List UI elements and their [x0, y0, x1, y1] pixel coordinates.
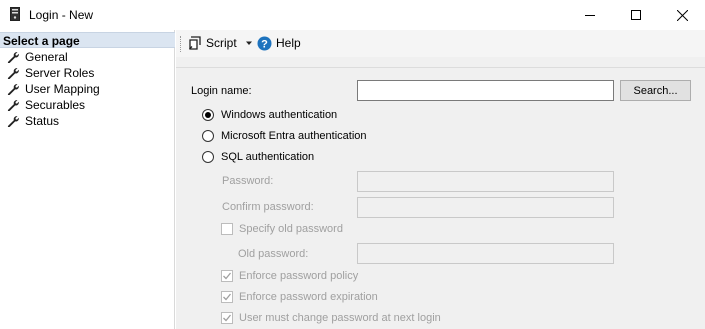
enforce-expiration-checkbox[interactable]: [221, 291, 233, 303]
close-button[interactable]: [659, 0, 705, 30]
wrench-icon: [7, 116, 19, 127]
script-button[interactable]: Script: [188, 34, 237, 52]
old-password-label: Old password:: [238, 248, 309, 260]
sidebar-item-status[interactable]: Status: [7, 113, 59, 129]
search-button[interactable]: Search...: [620, 80, 691, 101]
help-button[interactable]: ? Help: [257, 34, 301, 52]
login-name-label: Login name:: [191, 85, 252, 97]
wrench-icon: [7, 68, 19, 79]
sidebar-item-user-mapping[interactable]: User Mapping: [7, 81, 100, 97]
script-label: Script: [206, 36, 237, 50]
close-icon: [676, 9, 688, 21]
confirm-password-label: Confirm password:: [222, 201, 314, 213]
login-name-input[interactable]: [357, 80, 614, 101]
must-change-password-option[interactable]: User must change password at next login: [221, 310, 441, 326]
specify-old-password-option[interactable]: Specify old password: [221, 221, 343, 237]
enforce-expiration-label: Enforce password expiration: [239, 291, 378, 303]
enforce-expiration-option[interactable]: Enforce password expiration: [221, 289, 378, 305]
help-icon: ?: [257, 36, 272, 50]
help-label: Help: [276, 36, 301, 50]
checkmark-icon: [223, 293, 232, 301]
toolbar: Script ? Help: [176, 30, 705, 57]
select-page-header: Select a page: [0, 32, 175, 48]
maximize-button[interactable]: [613, 0, 659, 30]
svg-text:?: ?: [261, 38, 268, 50]
page-selector-pane: Select a page General Server Roles User …: [0, 30, 175, 329]
windows-authentication-label: Windows authentication: [221, 109, 338, 121]
confirm-password-input[interactable]: [357, 197, 614, 218]
specify-old-password-checkbox[interactable]: [221, 223, 233, 235]
sql-authentication-label: SQL authentication: [221, 151, 315, 163]
checkmark-icon: [223, 314, 232, 322]
must-change-password-checkbox[interactable]: [221, 312, 233, 324]
wrench-icon: [7, 52, 19, 63]
select-page-label: Select a page: [3, 34, 80, 48]
sidebar-item-label: General: [25, 50, 68, 64]
sidebar-item-label: Server Roles: [25, 66, 95, 80]
old-password-input[interactable]: [357, 243, 614, 264]
toolbar-divider: [176, 67, 705, 68]
chevron-down-icon[interactable]: [245, 39, 253, 47]
script-icon: [189, 36, 201, 50]
maximize-icon: [631, 10, 641, 20]
sidebar-item-label: Securables: [25, 98, 86, 112]
password-input[interactable]: [357, 171, 614, 192]
minimize-button[interactable]: [567, 0, 613, 30]
window-title: Login - New: [29, 8, 94, 22]
wrench-icon: [7, 84, 19, 95]
entra-authentication-label: Microsoft Entra authentication: [221, 130, 367, 142]
specify-old-password-label: Specify old password: [239, 223, 343, 235]
title-bar: Login - New: [0, 0, 705, 30]
sidebar-item-securables[interactable]: Securables: [7, 97, 85, 113]
sidebar-item-general[interactable]: General: [7, 49, 68, 65]
sidebar-item-label: Status: [25, 114, 60, 128]
sidebar-item-server-roles[interactable]: Server Roles: [7, 65, 94, 81]
wrench-icon: [7, 100, 19, 111]
enforce-policy-label: Enforce password policy: [239, 270, 359, 282]
must-change-password-label: User must change password at next login: [239, 312, 441, 324]
entra-authentication-option[interactable]: Microsoft Entra authentication: [202, 128, 367, 144]
password-label: Password:: [222, 175, 274, 187]
windows-authentication-option[interactable]: Windows authentication: [202, 107, 337, 123]
enforce-policy-checkbox[interactable]: [221, 270, 233, 282]
server-icon: [10, 7, 20, 21]
toolbar-grip[interactable]: [180, 36, 183, 52]
sidebar-item-label: User Mapping: [25, 82, 100, 96]
sql-authentication-radio[interactable]: [202, 151, 214, 163]
checkmark-icon: [223, 272, 232, 280]
windows-authentication-radio[interactable]: [202, 109, 214, 121]
general-page-content: Script ? Help Login name: Search... Wind…: [176, 30, 705, 329]
sql-authentication-option[interactable]: SQL authentication: [202, 149, 314, 165]
minimize-icon: [585, 15, 595, 16]
enforce-policy-option[interactable]: Enforce password policy: [221, 268, 358, 284]
entra-authentication-radio[interactable]: [202, 130, 214, 142]
